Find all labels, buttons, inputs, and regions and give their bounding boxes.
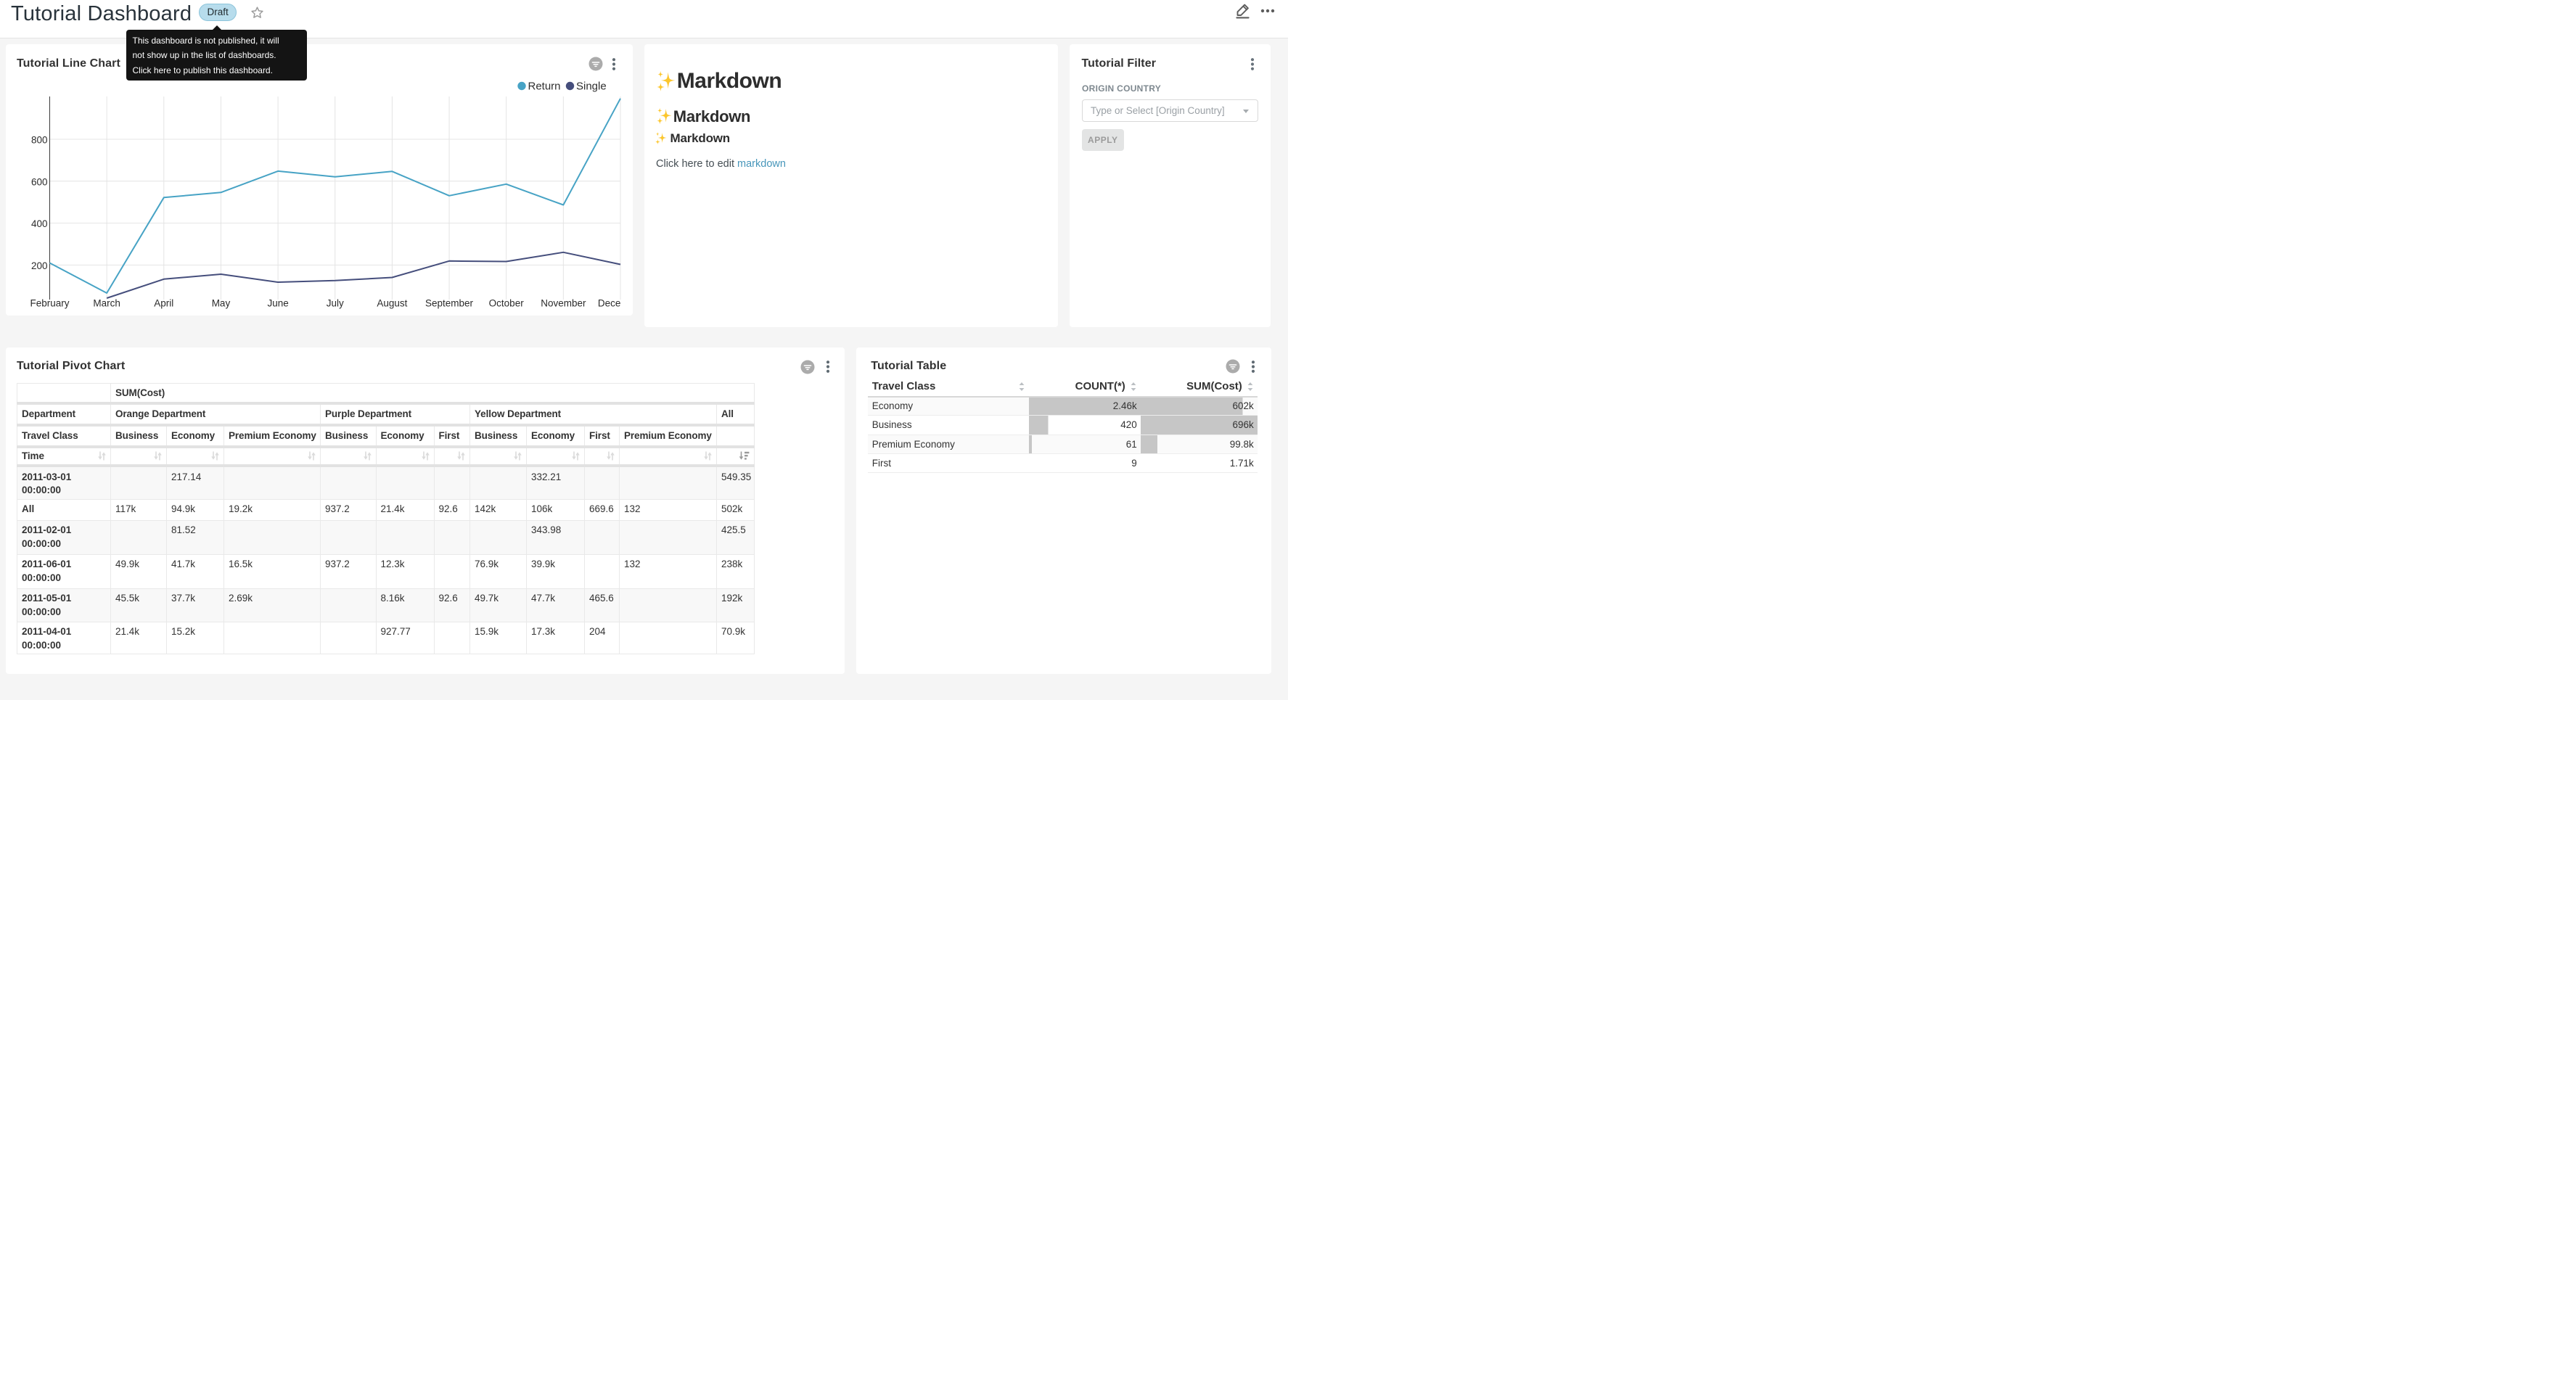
- svg-text:200: 200: [31, 260, 48, 271]
- svg-text:December: December: [598, 298, 621, 309]
- svg-text:April: April: [154, 298, 173, 309]
- svg-text:February: February: [30, 298, 69, 309]
- svg-text:400: 400: [31, 218, 48, 229]
- svg-text:November: November: [541, 298, 586, 309]
- svg-text:May: May: [212, 298, 231, 309]
- svg-text:Single: Single: [576, 81, 607, 93]
- svg-text:July: July: [327, 298, 344, 309]
- svg-text:Return: Return: [528, 81, 561, 93]
- svg-text:September: September: [425, 298, 474, 309]
- svg-text:600: 600: [31, 176, 48, 187]
- svg-text:June: June: [267, 298, 288, 309]
- svg-text:March: March: [93, 298, 120, 309]
- svg-text:800: 800: [31, 135, 48, 146]
- svg-text:August: August: [377, 298, 407, 309]
- svg-text:October: October: [489, 298, 525, 309]
